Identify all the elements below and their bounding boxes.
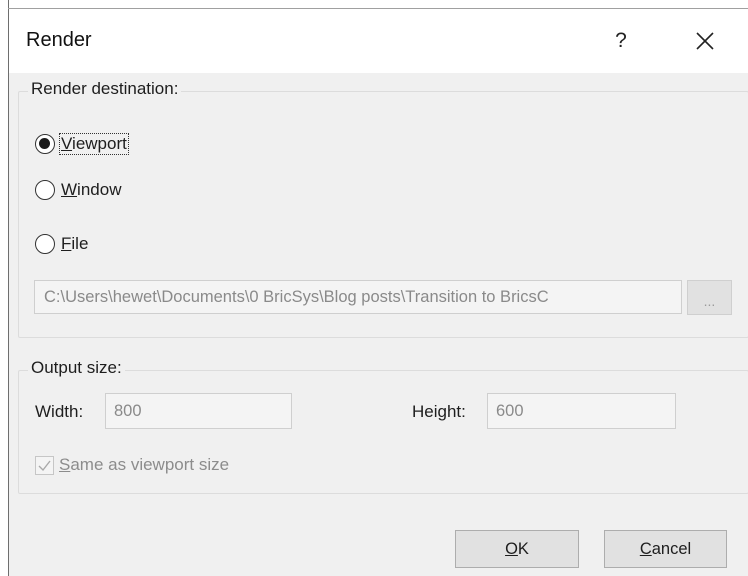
same-as-viewport-checkbox[interactable] xyxy=(35,455,54,475)
viewport-label: Viewport xyxy=(59,133,129,155)
width-input[interactable]: 800 xyxy=(105,393,292,429)
ok-button[interactable]: OK xyxy=(455,530,579,568)
title-bar: Render ? xyxy=(9,9,748,73)
checkmark-icon xyxy=(38,460,51,471)
height-label: Height: xyxy=(412,402,466,421)
window-radio-option[interactable]: Window xyxy=(35,177,122,203)
height-input[interactable]: 600 xyxy=(487,393,676,429)
file-path-input[interactable]: C:\Users\hewet\Documents\0 BricSys\Blog … xyxy=(34,280,682,314)
file-radio[interactable] xyxy=(35,234,55,254)
render-dialog: Render ? Render destination: Viewport Wi… xyxy=(9,9,748,576)
file-label: File xyxy=(61,234,89,253)
window-radio[interactable] xyxy=(35,180,55,200)
width-label: Width: xyxy=(35,402,84,421)
cancel-button[interactable]: Cancel xyxy=(604,530,727,568)
render-destination-legend: Render destination: xyxy=(28,79,182,99)
help-button[interactable]: ? xyxy=(606,23,636,59)
browse-button[interactable]: ... xyxy=(687,280,732,315)
output-size-legend: Output size: xyxy=(28,358,125,378)
viewport-radio[interactable] xyxy=(35,134,55,154)
window-label: Window xyxy=(61,180,122,199)
close-button[interactable] xyxy=(687,23,723,59)
same-as-viewport-option[interactable]: Same as viewport size xyxy=(35,452,229,478)
file-radio-option[interactable]: File xyxy=(35,231,89,257)
dialog-title: Render xyxy=(26,29,92,51)
same-as-viewport-label: Same as viewport size xyxy=(59,455,230,474)
viewport-radio-option[interactable]: Viewport xyxy=(35,131,129,157)
close-icon xyxy=(696,32,714,50)
